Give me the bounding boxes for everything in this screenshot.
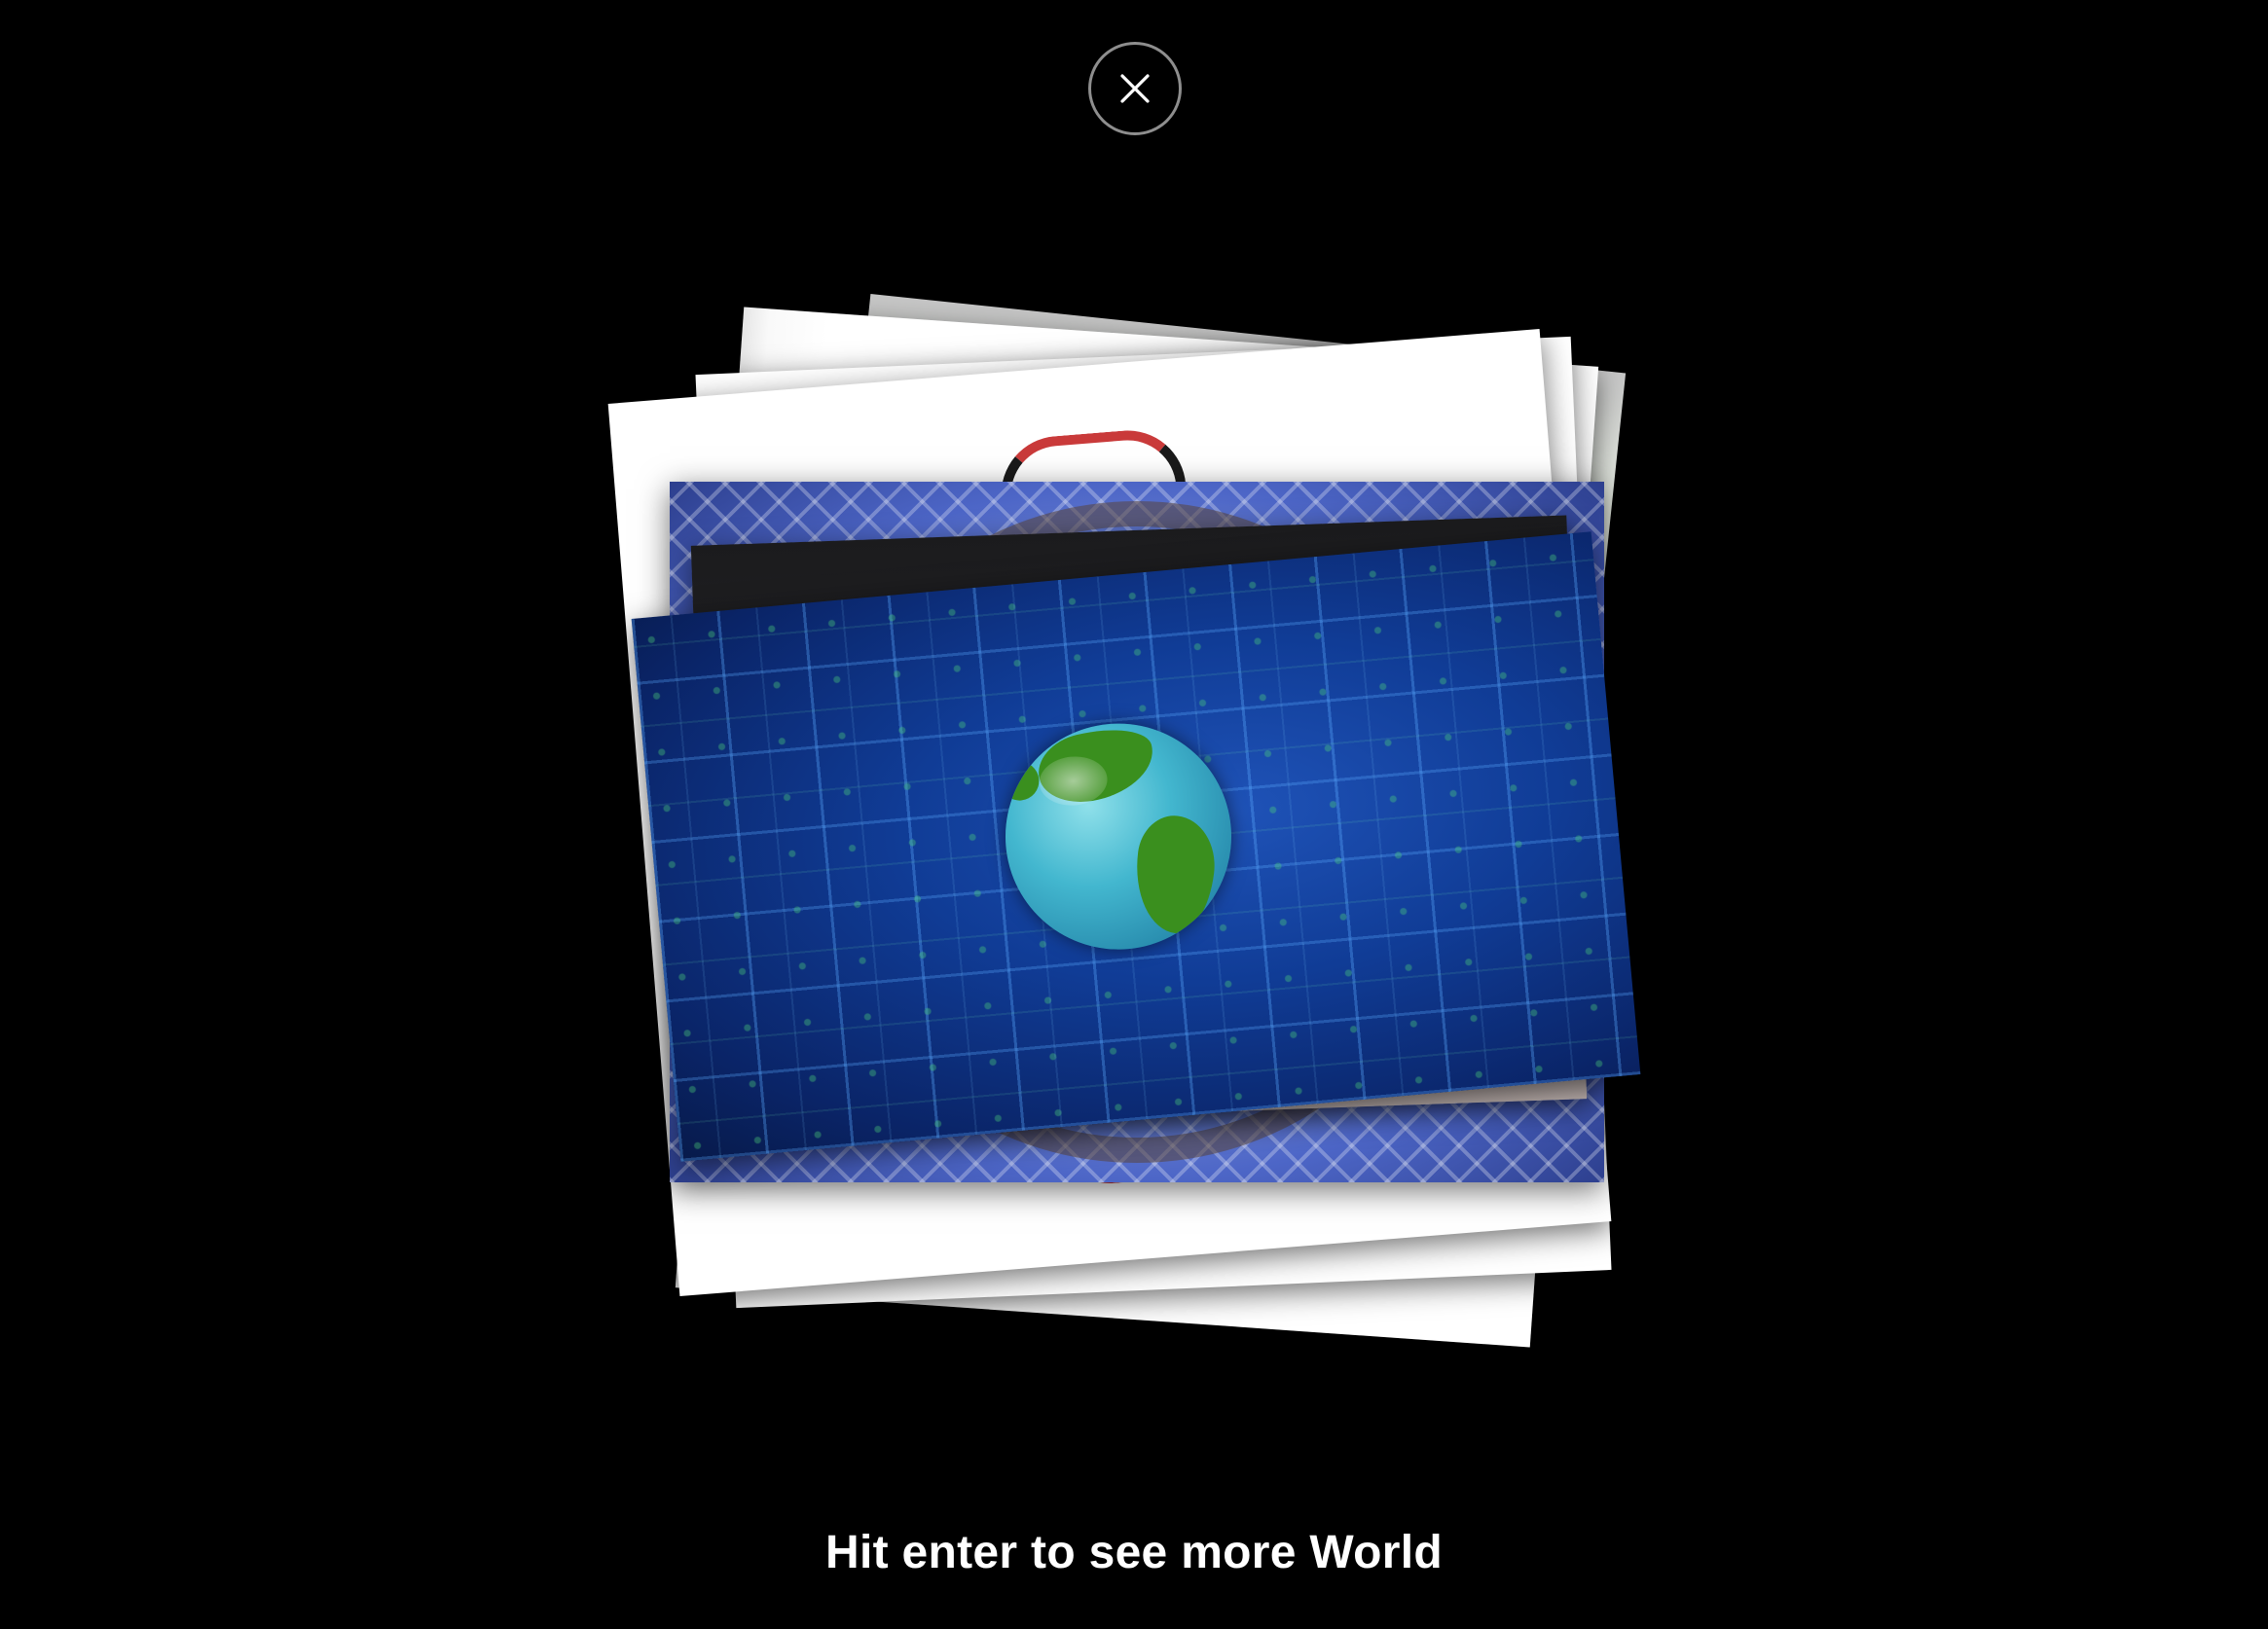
stack-card-front-globe[interactable] xyxy=(631,531,1641,1162)
enter-hint-text: Hit enter to see more World xyxy=(825,1527,1443,1578)
close-icon xyxy=(1120,74,1150,103)
close-button[interactable] xyxy=(1088,42,1182,135)
gif-stack-viewer: Hit enter to see more World xyxy=(0,0,2268,1629)
